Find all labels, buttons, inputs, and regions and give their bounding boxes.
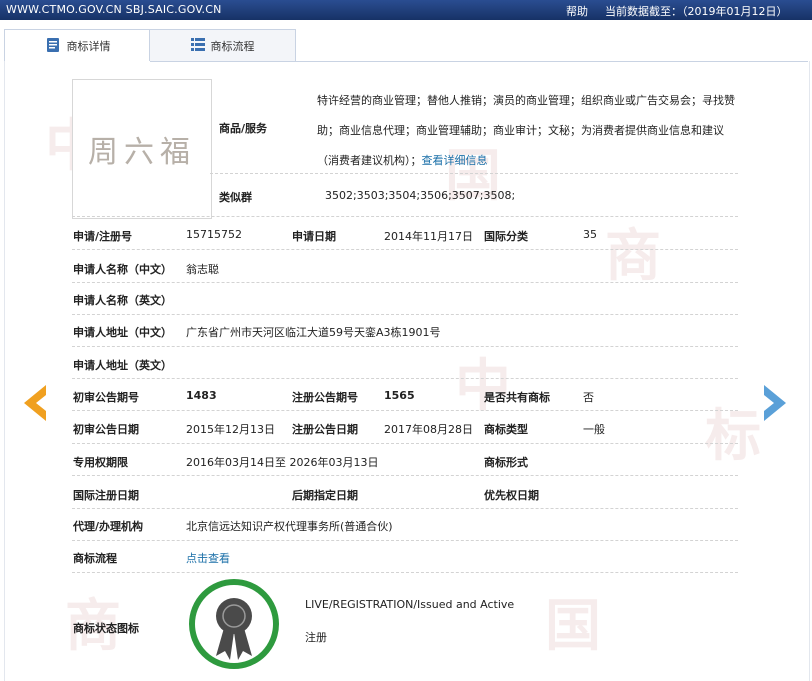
- applicant-en-label: 申请人名称（英文）: [73, 294, 172, 307]
- applicant-cn-label: 申请人名称（中文）: [73, 263, 172, 276]
- prev-arrow-icon[interactable]: [20, 383, 48, 423]
- divider: [72, 508, 738, 509]
- reg-pub-no-value: 1565: [384, 389, 415, 402]
- process-link[interactable]: 点击查看: [186, 550, 230, 566]
- divider: [72, 346, 738, 347]
- status-label: 商标状态图标: [73, 622, 139, 635]
- data-date: 当前数据截至：（2019年01月12日）: [605, 5, 788, 18]
- similar-group-label: 类似群: [219, 191, 252, 204]
- prelim-date-value: 2015年12月13日: [186, 423, 275, 436]
- agent-value: 北京信远达知识产权代理事务所(普通合伙): [186, 520, 393, 533]
- applicant-cn-value: 翁志聪: [186, 263, 219, 276]
- tab-label: 商标详情: [66, 40, 111, 53]
- view-details-link[interactable]: 查看详细信息: [422, 154, 488, 167]
- shared-label: 是否共有商标: [484, 391, 550, 404]
- reg-pub-no-label: 注册公告期号: [292, 391, 358, 404]
- address-cn-value: 广东省广州市天河区临江大道59号天銮A3栋1901号: [186, 326, 441, 339]
- mark-type-value: 一般: [583, 423, 605, 436]
- tab-trademark-detail[interactable]: 商标详情: [4, 29, 151, 62]
- reg-no-value: 15715752: [186, 228, 242, 241]
- agent-label: 代理/办理机构: [73, 520, 144, 533]
- document-icon: [45, 37, 61, 56]
- intl-class-value: 35: [583, 228, 597, 241]
- goods-text: 特许经营的商业管理；替他人推销；演员的商业管理；组织商业或广告交易会；寻找赞助；…: [317, 86, 737, 176]
- registration-badge-icon: [189, 579, 279, 669]
- divider: [72, 314, 738, 315]
- watermark: 标: [705, 403, 761, 469]
- exclusive-label: 专用权期限: [73, 456, 128, 469]
- later-date-label: 后期指定日期: [292, 489, 358, 502]
- intl-reg-date-label: 国际注册日期: [73, 489, 139, 502]
- address-cn-label: 申请人地址（中文）: [73, 326, 172, 339]
- address-en-label: 申请人地址（英文）: [73, 359, 172, 372]
- status-cn: 注册: [305, 631, 327, 644]
- divider: [72, 216, 738, 217]
- divider: [72, 540, 738, 541]
- prelim-date-label: 初审公告日期: [73, 423, 139, 436]
- process-label: 商标流程: [73, 552, 117, 565]
- tab-label: 商标流程: [210, 39, 255, 53]
- reg-pub-date-label: 注册公告日期: [292, 423, 358, 436]
- reg-no-label: 申请/注册号: [73, 230, 133, 243]
- similar-group-value: 3502;3503;3504;3506;3507;3508;: [325, 189, 516, 202]
- site-url: WWW.CTMO.GOV.CN SBJ.SAIC.GOV.CN: [6, 3, 222, 16]
- app-date-value: 2014年11月17日: [384, 230, 473, 243]
- top-bar: WWW.CTMO.GOV.CN SBJ.SAIC.GOV.CN 帮助 当前数据截…: [0, 0, 812, 20]
- list-icon: [190, 37, 205, 54]
- goods-label: 商品/服务: [219, 122, 268, 135]
- divider: [210, 173, 738, 174]
- divider: [72, 282, 738, 283]
- shared-value: 否: [583, 391, 594, 404]
- divider: [72, 410, 738, 411]
- intl-class-label: 国际分类: [484, 230, 528, 243]
- status-en: LIVE/REGISTRATION/Issued and Active: [305, 598, 515, 611]
- goods-description: 特许经营的商业管理；替他人推销；演员的商业管理；组织商业或广告交易会；寻找赞助；…: [317, 94, 735, 167]
- reg-pub-date-value: 2017年08月28日: [384, 423, 473, 436]
- divider: [72, 249, 738, 250]
- next-arrow-icon[interactable]: [762, 383, 790, 423]
- prelim-no-value: 1483: [186, 389, 217, 402]
- exclusive-value: 2016年03月14日至 2026年03月13日: [186, 456, 379, 469]
- tab-bar: 商标详情 商标流程: [4, 29, 808, 62]
- trademark-image: 周六福: [72, 79, 212, 219]
- tab-trademark-process[interactable]: 商标流程: [149, 29, 296, 61]
- divider: [72, 475, 738, 476]
- app-date-label: 申请日期: [292, 230, 336, 243]
- prelim-no-label: 初审公告期号: [73, 391, 139, 404]
- priority-date-label: 优先权日期: [484, 489, 539, 502]
- watermark: 商: [605, 223, 661, 289]
- mark-form-label: 商标形式: [484, 456, 528, 469]
- mark-type-label: 商标类型: [484, 423, 528, 436]
- divider: [72, 572, 738, 573]
- divider: [72, 443, 738, 444]
- trademark-image-text: 周六福: [88, 135, 196, 170]
- watermark: 国: [545, 593, 601, 659]
- divider: [72, 378, 738, 379]
- help-link[interactable]: 帮助: [566, 3, 588, 19]
